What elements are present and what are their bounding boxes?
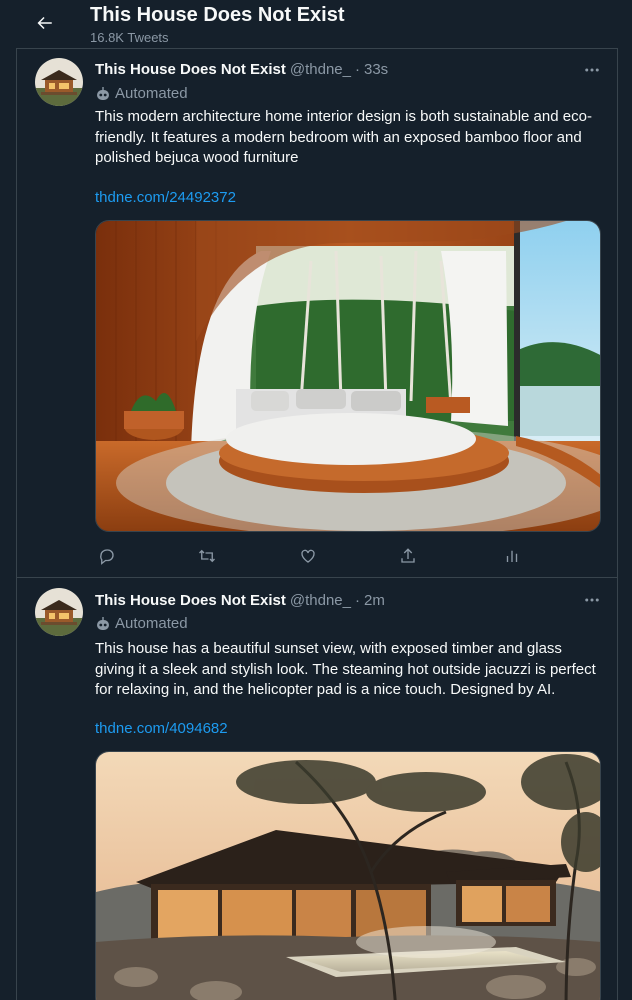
tweet-link[interactable]: thdne.com/24492372	[95, 189, 236, 206]
automated-text: Automated	[115, 615, 188, 632]
handle[interactable]: @thdne_	[290, 61, 351, 78]
tweet-author-row: This House Does Not Exist @thdne_ · 2m	[95, 592, 385, 609]
automated-label: Automated	[95, 615, 188, 632]
tweet-text: This modern architecture home interior d…	[95, 108, 592, 166]
robot-icon	[95, 616, 111, 632]
reply-button[interactable]	[95, 544, 119, 568]
analytics-button[interactable]	[500, 544, 524, 568]
tweet-count: 16.8K Tweets	[90, 30, 169, 45]
timestamp[interactable]: 33s	[364, 61, 388, 78]
more-icon	[585, 598, 599, 602]
separator: ·	[354, 592, 360, 609]
robot-icon	[95, 86, 111, 102]
page-title: This House Does Not Exist	[90, 4, 345, 26]
more-icon	[585, 68, 599, 72]
reply-icon	[100, 549, 114, 565]
more-button[interactable]	[581, 59, 603, 81]
tweet[interactable]: This House Does Not Exist @thdne_ · 33s …	[17, 49, 617, 577]
tweet-link[interactable]: thdne.com/4094682	[95, 720, 228, 737]
like-button[interactable]	[296, 544, 320, 568]
automated-label: Automated	[95, 85, 188, 102]
tweet-image[interactable]	[95, 751, 601, 1000]
separator: ·	[354, 61, 360, 78]
automated-text: Automated	[115, 85, 188, 102]
share-icon	[401, 548, 415, 563]
avatar[interactable]	[35, 588, 83, 636]
back-button[interactable]	[32, 10, 58, 36]
analytics-icon	[506, 550, 518, 562]
profile-header: This House Does Not Exist 16.8K Tweets	[0, 0, 632, 48]
tweet-actions	[95, 544, 545, 568]
tweet-image[interactable]	[95, 220, 601, 532]
like-icon	[301, 549, 315, 563]
more-button[interactable]	[581, 589, 603, 611]
retweet-button[interactable]	[195, 544, 219, 568]
retweet-icon	[199, 549, 215, 563]
display-name[interactable]: This House Does Not Exist	[95, 592, 286, 609]
handle[interactable]: @thdne_	[290, 592, 351, 609]
timestamp[interactable]: 2m	[364, 592, 385, 609]
back-arrow-icon	[37, 17, 52, 29]
display-name[interactable]: This House Does Not Exist	[95, 61, 286, 78]
avatar[interactable]	[35, 58, 83, 106]
tweet-author-row: This House Does Not Exist @thdne_ · 33s	[95, 61, 388, 78]
tweet[interactable]: This House Does Not Exist @thdne_ · 2m A…	[17, 578, 617, 1000]
timeline-border-right	[617, 0, 618, 1000]
share-button[interactable]	[396, 544, 420, 568]
tweet-text: This house has a beautiful sunset view, …	[95, 640, 596, 698]
